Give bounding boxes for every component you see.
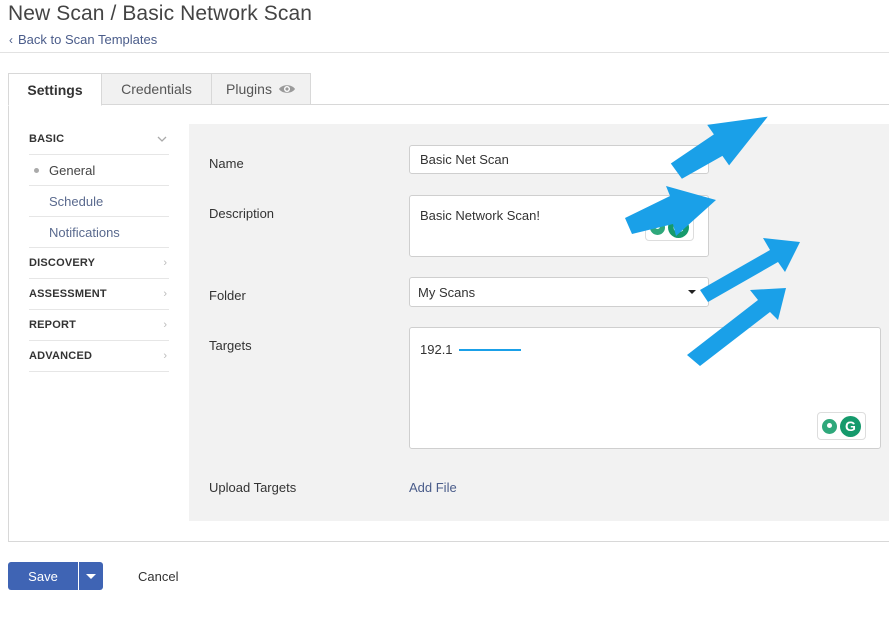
grammarly-icon: G: [840, 415, 861, 437]
chevron-right-icon: ›: [163, 319, 167, 331]
back-link-label: Back to Scan Templates: [18, 32, 158, 47]
tab-plugins-label: Plugins: [226, 81, 272, 97]
chevron-down-icon: [157, 136, 167, 142]
grammarly-widget[interactable]: G: [817, 412, 866, 440]
sidebar-section-advanced[interactable]: ADVANCED ›: [29, 341, 169, 372]
folder-label: Folder: [209, 288, 246, 303]
sidebar-section-label: DISCOVERY: [29, 257, 96, 269]
description-textarea[interactable]: Basic Network Scan! G: [409, 195, 709, 257]
bullet-icon: [34, 168, 39, 173]
targets-textarea[interactable]: 192.1 G: [409, 327, 881, 449]
tab-credentials-label: Credentials: [121, 81, 192, 97]
sidebar-item-label: Schedule: [49, 193, 104, 209]
form-area: [189, 124, 889, 521]
upload-targets-label: Upload Targets: [209, 480, 297, 495]
sidebar-section-label: ASSESSMENT: [29, 288, 107, 300]
page-title: New Scan / Basic Network Scan: [8, 2, 313, 25]
grammarly-widget[interactable]: G: [645, 213, 694, 241]
sidebar-item-general[interactable]: General: [29, 155, 169, 186]
name-label: Name: [209, 156, 244, 171]
name-input-value: Basic Net Scan: [420, 152, 509, 167]
save-button[interactable]: Save: [8, 562, 78, 590]
eye-icon: [278, 85, 295, 93]
sidebar-section-assessment[interactable]: ASSESSMENT ›: [29, 279, 169, 310]
description-label: Description: [209, 206, 275, 221]
caret-down-icon: [86, 573, 96, 579]
chevron-right-icon: ›: [163, 350, 167, 362]
sidebar-section-basic[interactable]: BASIC: [29, 124, 169, 155]
header-divider: [0, 52, 889, 53]
sidebar-section-label: REPORT: [29, 319, 77, 331]
tab-bar: Settings Credentials Plugins: [8, 73, 311, 106]
name-input[interactable]: Basic Net Scan: [409, 145, 709, 174]
chevron-right-icon: ›: [163, 288, 167, 300]
grammarly-icon: G: [668, 216, 689, 238]
tab-credentials[interactable]: Credentials: [102, 73, 212, 105]
description-value: Basic Network Scan!: [420, 208, 540, 223]
targets-value: 192.1: [420, 342, 453, 357]
tab-plugins[interactable]: Plugins: [212, 73, 311, 105]
sidebar-section-label: ADVANCED: [29, 350, 93, 362]
back-to-templates-link[interactable]: ‹ Back to Scan Templates: [9, 32, 157, 47]
tab-settings[interactable]: Settings: [8, 73, 102, 106]
sidebar-item-notifications[interactable]: Notifications: [29, 217, 169, 248]
sidebar-item-label: Notifications: [49, 224, 120, 240]
save-options-dropdown[interactable]: [79, 562, 103, 590]
sidebar-item-schedule[interactable]: Schedule: [29, 186, 169, 217]
folder-select-value: My Scans: [418, 284, 476, 300]
sidebar-section-report[interactable]: REPORT ›: [29, 310, 169, 341]
sidebar-item-label: General: [49, 162, 96, 178]
targets-label: Targets: [209, 338, 252, 353]
settings-sidebar: BASIC General Schedule Notifications DIS…: [29, 124, 169, 372]
redaction-line: [458, 348, 521, 351]
sidebar-section-label: BASIC: [29, 133, 65, 145]
add-file-link[interactable]: Add File: [409, 480, 457, 495]
chevron-right-icon: ›: [163, 257, 167, 269]
cancel-button[interactable]: Cancel: [138, 569, 178, 584]
sidebar-section-discovery[interactable]: DISCOVERY ›: [29, 248, 169, 279]
chevron-left-icon: ‹: [9, 32, 13, 47]
lightbulb-icon: [650, 219, 665, 235]
lightbulb-icon: [822, 418, 837, 434]
folder-select[interactable]: My Scans: [409, 277, 709, 307]
tab-settings-label: Settings: [27, 81, 83, 98]
caret-down-icon: [688, 290, 696, 294]
